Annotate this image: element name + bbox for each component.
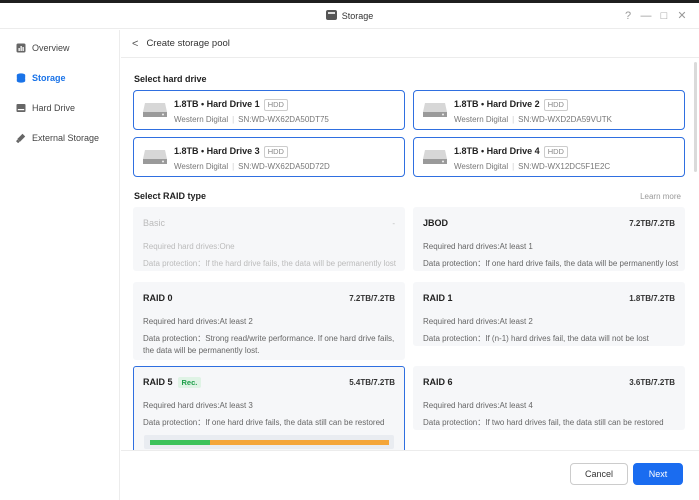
- raid-capacity: 1.8TB/7.2TB: [629, 294, 675, 303]
- back-button[interactable]: <: [132, 38, 138, 50]
- drive-name: 1.8TB • Hard Drive 1: [174, 99, 260, 109]
- page-header: < Create storage pool: [121, 30, 699, 58]
- raid-capacity: -: [392, 219, 395, 228]
- drive-name: 1.8TB • Hard Drive 2: [454, 99, 540, 109]
- next-button[interactable]: Next: [633, 463, 683, 485]
- raid-capacity: 3.6TB/7.2TB: [629, 378, 675, 387]
- drive-tag: HDD: [263, 146, 288, 158]
- drive-tag: HDD: [263, 99, 288, 111]
- raid-card-raid6[interactable]: RAID 6 3.6TB/7.2TB Required hard drives:…: [413, 366, 685, 430]
- drive-vendor: Western Digital: [174, 162, 229, 171]
- divider: |: [232, 115, 235, 124]
- storage-app-icon: [325, 10, 337, 20]
- drive-vendor: Western Digital: [454, 162, 509, 171]
- hard-drive-icon: [16, 103, 26, 113]
- raid-required: Required hard drives:At least 1: [423, 242, 533, 251]
- sidebar-item-label: Overview: [32, 43, 70, 53]
- drive-card-1[interactable]: 1.8TB • Hard Drive 1 HDD Western Digital |…: [133, 90, 405, 130]
- hdd-icon: [423, 150, 447, 164]
- drive-card-4[interactable]: 1.8TB • Hard Drive 4 HDD Western Digital |…: [413, 137, 685, 177]
- raid-capacity: 7.2TB/7.2TB: [349, 294, 395, 303]
- drive-vendor: Western Digital: [454, 115, 509, 124]
- help-button[interactable]: ?: [619, 8, 637, 24]
- external-storage-icon: [16, 133, 26, 143]
- learn-more-link[interactable]: Learn more: [640, 192, 681, 201]
- capacity-bar-usable: [150, 440, 210, 445]
- raid-name: RAID 5: [143, 377, 173, 387]
- raid-capacity: 7.2TB/7.2TB: [629, 219, 675, 228]
- hdd-icon: [423, 103, 447, 117]
- capacity-bar-parity: [210, 440, 389, 445]
- raid-name: RAID 0: [143, 293, 173, 303]
- sidebar: Overview Storage Hard Drive External Sto…: [0, 30, 120, 500]
- sidebar-item-label: External Storage: [32, 133, 100, 143]
- raid-card-jbod[interactable]: JBOD 7.2TB/7.2TB Required hard drives:At…: [413, 207, 685, 271]
- recommended-badge: Rec.: [177, 377, 202, 388]
- raid-capacity: 5.4TB/7.2TB: [349, 378, 395, 387]
- select-hard-drive-title: Select hard drive: [134, 74, 207, 84]
- close-button[interactable]: ✕: [673, 8, 691, 24]
- drive-card-3[interactable]: 1.8TB • Hard Drive 3 HDD Western Digital |…: [133, 137, 405, 177]
- sidebar-item-label: Hard Drive: [32, 103, 76, 113]
- sidebar-item-label: Storage: [32, 73, 66, 83]
- raid-card-basic: Basic - Required hard drives:One Data pr…: [133, 207, 405, 271]
- page-title: Create storage pool: [146, 38, 230, 49]
- capacity-bar: [144, 435, 394, 449]
- raid-required: Required hard drives:At least 2: [423, 317, 533, 326]
- overview-icon: [16, 43, 26, 53]
- drive-name: 1.8TB • Hard Drive 3: [174, 146, 260, 156]
- hdd-icon: [143, 150, 167, 164]
- maximize-button[interactable]: □: [655, 8, 673, 24]
- raid-card-raid0[interactable]: RAID 0 7.2TB/7.2TB Required hard drives:…: [133, 282, 405, 360]
- divider: |: [512, 115, 515, 124]
- raid-required: Required hard drives:One: [143, 242, 235, 251]
- scrollbar[interactable]: [694, 62, 697, 172]
- raid-card-raid1[interactable]: RAID 1 1.8TB/7.2TB Required hard drives:…: [413, 282, 685, 346]
- hdd-icon: [143, 103, 167, 117]
- raid-protection: Data protection：Strong read/write perfor…: [143, 334, 395, 355]
- raid-protection: Data protection：If two hard drives fail,…: [423, 418, 664, 427]
- sidebar-item-overview[interactable]: Overview: [0, 33, 119, 63]
- sidebar-item-storage[interactable]: Storage: [0, 63, 119, 93]
- divider: |: [512, 162, 515, 171]
- drive-serial: SN:WD-WXD2DA59VUTK: [518, 115, 612, 124]
- drive-card-2[interactable]: 1.8TB • Hard Drive 2 HDD Western Digital |…: [413, 90, 685, 130]
- raid-protection: Data protection：If the hard drive fails,…: [143, 259, 397, 268]
- raid-required: Required hard drives:At least 4: [423, 401, 533, 410]
- drive-serial: SN:WD-WX62DA50D72D: [238, 162, 330, 171]
- drive-name: 1.8TB • Hard Drive 4: [454, 146, 540, 156]
- select-raid-type-title: Select RAID type: [134, 191, 207, 201]
- raid-protection: Data protection：If one hard drive fails,…: [423, 259, 679, 268]
- window-title: Storage: [0, 10, 699, 21]
- drive-serial: SN:WD-WX62DA50DT75: [238, 115, 329, 124]
- divider: |: [232, 162, 235, 171]
- drive-serial: SN:WD-WX12DC5F1E2C: [518, 162, 611, 171]
- cancel-button[interactable]: Cancel: [570, 463, 628, 485]
- storage-icon: [16, 73, 26, 83]
- raid-name: RAID 6: [423, 377, 453, 387]
- raid-required: Required hard drives:At least 3: [143, 401, 253, 410]
- title-bar: Storage ? — □ ✕: [0, 3, 699, 29]
- raid-name: RAID 1: [423, 293, 453, 303]
- drive-vendor: Western Digital: [174, 115, 229, 124]
- content-area: Select hard drive 1.8TB • Hard Drive 1 HD…: [133, 58, 693, 450]
- raid-card-raid5[interactable]: RAID 5 Rec. 5.4TB/7.2TB Required hard dri…: [133, 366, 405, 450]
- raid-protection: Data protection：If (n-1) hard drives fai…: [423, 334, 649, 343]
- raid-name: Basic: [143, 218, 166, 228]
- sidebar-item-external-storage[interactable]: External Storage: [0, 123, 119, 153]
- sidebar-item-hard-drive[interactable]: Hard Drive: [0, 93, 119, 123]
- minimize-button[interactable]: —: [637, 8, 655, 24]
- raid-required: Required hard drives:At least 2: [143, 317, 253, 326]
- raid-name: JBOD: [423, 218, 449, 228]
- main-panel: < Create storage pool Select hard drive …: [121, 30, 699, 500]
- drive-tag: HDD: [543, 99, 568, 111]
- raid-protection: Data protection：If one hard drive fails,…: [143, 418, 385, 427]
- footer: Cancel Next: [121, 450, 699, 500]
- drive-tag: HDD: [543, 146, 568, 158]
